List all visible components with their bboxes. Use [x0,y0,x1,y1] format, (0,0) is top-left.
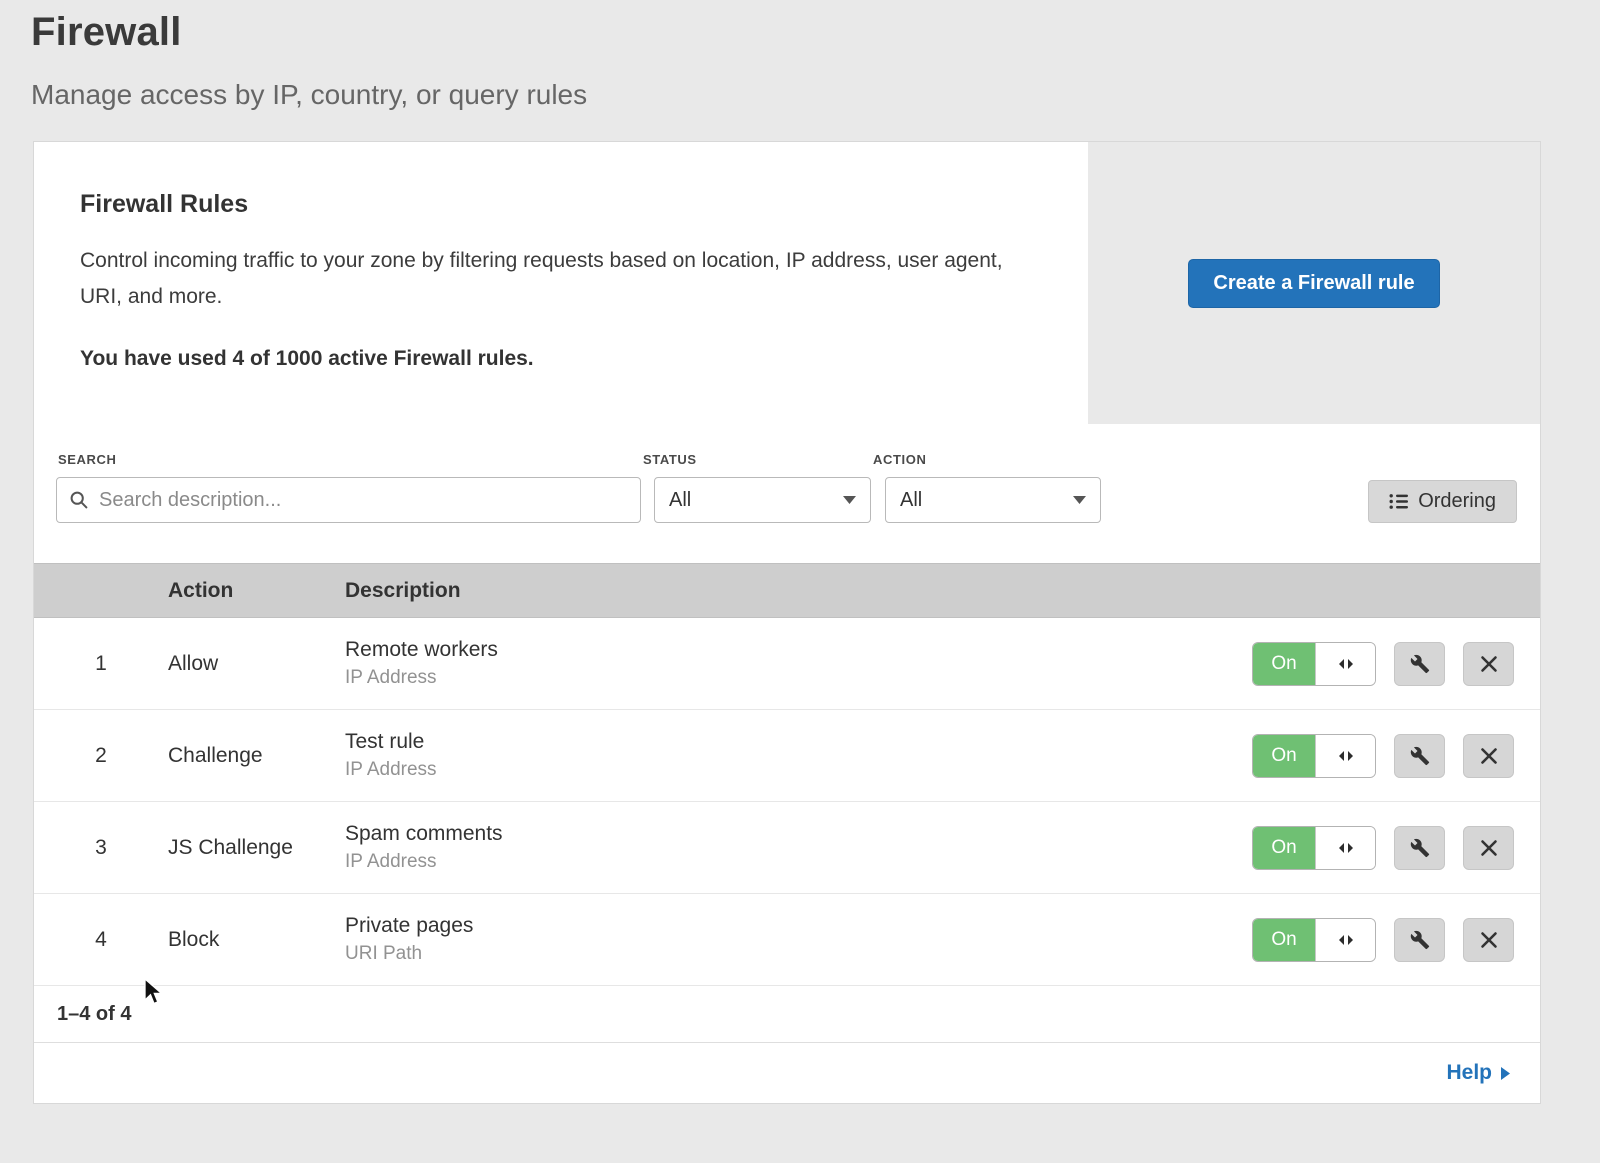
chevron-down-icon [843,496,856,504]
rule-action: JS Challenge [168,836,345,860]
mouse-cursor [143,978,165,1006]
table-header: Action Description [34,563,1540,618]
edit-rule-button[interactable] [1394,734,1445,778]
create-firewall-rule-button[interactable]: Create a Firewall rule [1188,259,1439,308]
table-row: 3 JS Challenge Spam comments IP Address … [34,802,1540,894]
delete-rule-button[interactable] [1463,734,1514,778]
toggle-on-label: On [1253,919,1315,961]
help-link[interactable]: Help [1446,1061,1510,1085]
delete-rule-button[interactable] [1463,642,1514,686]
rule-controls: On [1252,826,1540,870]
action-filter: ACTION All [871,452,1101,523]
filters-bar: SEARCH STATUS All [34,424,1540,563]
page-title: Firewall [0,0,1600,55]
toggle-arrows-icon [1315,827,1375,869]
rule-match-type: URI Path [345,943,1252,965]
rule-index: 3 [34,836,168,860]
toggle-on-label: On [1253,735,1315,777]
card-description: Control incoming traffic to your zone by… [80,243,1030,315]
rule-description-cell: Test rule IP Address [345,730,1252,781]
rule-toggle[interactable]: On [1252,918,1376,962]
rule-toggle[interactable]: On [1252,642,1376,686]
ordering-button-label: Ordering [1418,490,1496,513]
rule-description: Private pages [345,914,1252,938]
toggle-arrows-icon [1315,643,1375,685]
help-arrow-icon [1501,1067,1510,1080]
edit-rule-button[interactable] [1394,642,1445,686]
ordering-list-icon [1389,492,1408,511]
rule-match-type: IP Address [345,667,1252,689]
ordering-button[interactable]: Ordering [1368,480,1517,523]
card-usage-text: You have used 4 of 1000 active Firewall … [80,347,1048,371]
status-select[interactable]: All [654,477,871,523]
card-header: Firewall Rules Control incoming traffic … [34,142,1540,424]
rule-controls: On [1252,918,1540,962]
rule-toggle[interactable]: On [1252,734,1376,778]
firewall-page: Firewall Manage access by IP, country, o… [0,0,1600,1163]
card-heading: Firewall Rules [80,190,1048,219]
close-icon [1480,931,1498,949]
rule-description: Test rule [345,730,1252,754]
wrench-icon [1410,838,1430,858]
action-select-value: All [900,489,922,512]
rule-index: 1 [34,652,168,676]
search-filter: SEARCH [56,452,641,523]
close-icon [1480,747,1498,765]
close-icon [1480,655,1498,673]
rule-controls: On [1252,642,1540,686]
chevron-down-icon [1073,496,1086,504]
rule-controls: On [1252,734,1540,778]
action-label: ACTION [873,452,1101,467]
table-row: 1 Allow Remote workers IP Address On [34,618,1540,710]
rule-description: Remote workers [345,638,1252,662]
toggle-arrows-icon [1315,919,1375,961]
delete-rule-button[interactable] [1463,918,1514,962]
search-icon [69,490,89,510]
rule-match-type: IP Address [345,759,1252,781]
action-select[interactable]: All [885,477,1101,523]
rule-action: Block [168,928,345,952]
table-header-action: Action [168,579,345,603]
rule-match-type: IP Address [345,851,1252,873]
toggle-on-label: On [1253,827,1315,869]
pagination-count: 1–4 of 4 [34,986,1540,1043]
rule-description-cell: Spam comments IP Address [345,822,1252,873]
status-select-value: All [669,489,691,512]
card-header-text: Firewall Rules Control incoming traffic … [34,142,1088,424]
rule-toggle[interactable]: On [1252,826,1376,870]
toggle-arrows-icon [1315,735,1375,777]
rule-description: Spam comments [345,822,1252,846]
help-row: Help [34,1043,1540,1103]
search-label: SEARCH [58,452,641,467]
rule-action: Allow [168,652,345,676]
rule-action: Challenge [168,744,345,768]
wrench-icon [1410,930,1430,950]
delete-rule-button[interactable] [1463,826,1514,870]
help-link-label: Help [1446,1061,1492,1085]
search-input-wrap [56,477,641,523]
search-input[interactable] [56,477,641,523]
toggle-on-label: On [1253,643,1315,685]
rule-description-cell: Private pages URI Path [345,914,1252,965]
edit-rule-button[interactable] [1394,826,1445,870]
close-icon [1480,839,1498,857]
status-label: STATUS [643,452,871,467]
rule-index: 4 [34,928,168,952]
firewall-rules-card: Firewall Rules Control incoming traffic … [33,141,1541,1104]
status-filter: STATUS All [641,452,871,523]
edit-rule-button[interactable] [1394,918,1445,962]
card-header-side-panel: Create a Firewall rule [1088,142,1540,424]
table-row: 4 Block Private pages URI Path On [34,894,1540,986]
rule-index: 2 [34,744,168,768]
table-header-description: Description [345,579,1540,603]
wrench-icon [1410,746,1430,766]
page-subtitle: Manage access by IP, country, or query r… [0,55,1600,111]
wrench-icon [1410,654,1430,674]
rule-description-cell: Remote workers IP Address [345,638,1252,689]
table-row: 2 Challenge Test rule IP Address On [34,710,1540,802]
